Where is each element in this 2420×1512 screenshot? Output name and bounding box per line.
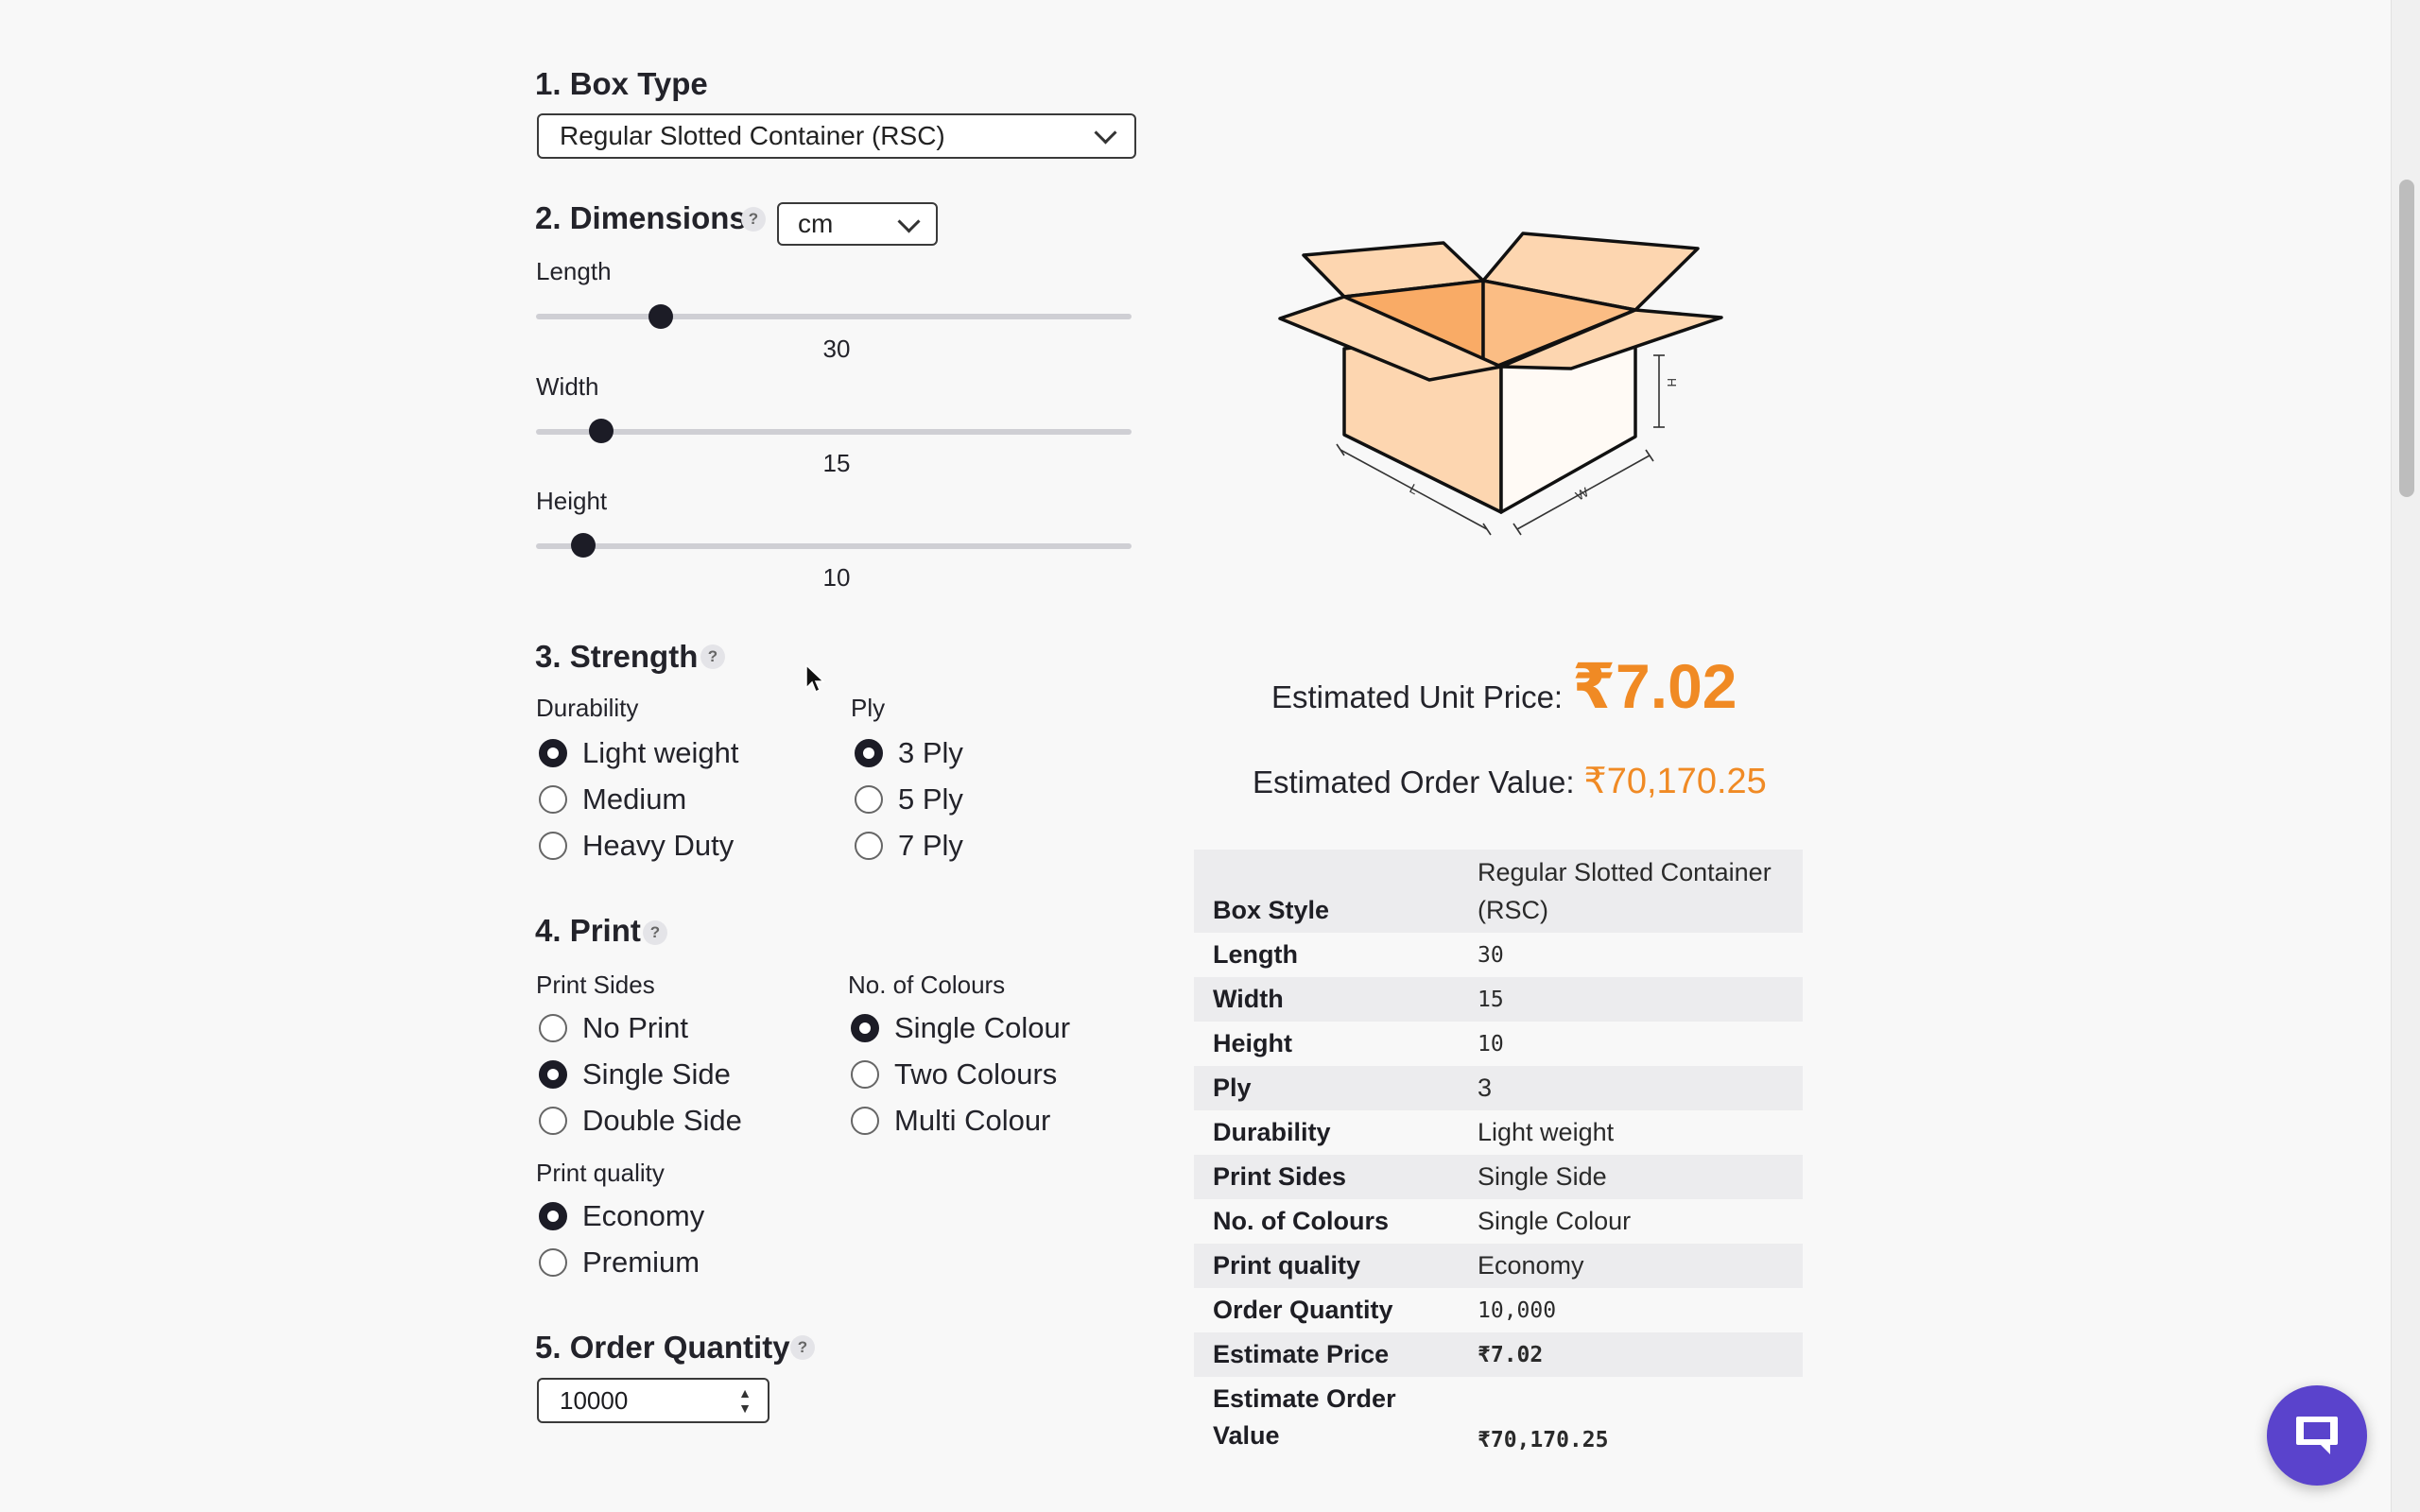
summary-table: Box Style Regular Slotted Container (RSC)… [1194, 850, 1803, 1458]
print-quality-option-premium[interactable]: Premium [539, 1240, 704, 1285]
radio-icon[interactable] [855, 785, 883, 814]
order-quantity-value: 10000 [560, 1385, 629, 1415]
width-value: 15 [822, 449, 851, 477]
table-row: Print quality Economy [1194, 1244, 1803, 1288]
ply-option-5[interactable]: 5 Ply [855, 777, 963, 822]
dimension-h-label: H [1665, 378, 1679, 387]
ply-radio-group: 3 Ply 5 Ply 7 Ply [855, 730, 963, 868]
unit-price-row: Estimated Unit Price: ₹7.02 [1271, 650, 1737, 723]
print-sides-radio-group: No Print Single Side Double Side [539, 1005, 742, 1143]
order-value-row: Estimated Order Value: ₹70,170.25 [1253, 760, 1767, 802]
print-sides-option-none[interactable]: No Print [539, 1005, 742, 1051]
dimensions-title: 2. Dimensions [535, 200, 747, 235]
dimension-l-label: L [1408, 481, 1422, 498]
colours-radio-group: Single Colour Two Colours Multi Colour [851, 1005, 1070, 1143]
box-type-select[interactable]: Regular Slotted Container (RSC) [537, 113, 1136, 159]
width-slider-track[interactable] [536, 429, 1132, 435]
colours-option-single[interactable]: Single Colour [851, 1005, 1070, 1051]
height-label: Height [536, 487, 608, 515]
height-slider-thumb[interactable] [571, 533, 596, 558]
radio-icon[interactable] [539, 1202, 567, 1230]
table-row: Ply 3 [1194, 1066, 1803, 1110]
table-row: Length 30 [1194, 933, 1803, 977]
width-slider-thumb[interactable] [589, 419, 614, 443]
table-row: Order Quantity 10,000 [1194, 1288, 1803, 1332]
box-illustration: L W H [1278, 232, 1723, 536]
radio-icon[interactable] [539, 1014, 567, 1042]
table-row: Estimate Price ₹7.02 [1194, 1332, 1803, 1377]
durability-option-heavy[interactable]: Heavy Duty [539, 823, 738, 868]
length-label: Length [536, 257, 612, 285]
length-slider-track[interactable] [536, 314, 1132, 319]
print-quality-radio-group: Economy Premium [539, 1194, 704, 1285]
table-row: Durability Light weight [1194, 1110, 1803, 1155]
order-value-label: Estimated Order Value: [1253, 765, 1575, 799]
print-quality-option-economy[interactable]: Economy [539, 1194, 704, 1239]
height-slider-track[interactable] [536, 543, 1132, 549]
radio-icon[interactable] [539, 1060, 567, 1089]
table-row: Estimate Order Value ₹70,170.25 [1194, 1377, 1803, 1458]
table-row: Box Style Regular Slotted Container (RSC) [1194, 850, 1803, 933]
dimension-w-label: W [1573, 484, 1592, 504]
order-quantity-input[interactable]: 10000 ▲ ▼ [537, 1378, 769, 1423]
length-value: 30 [822, 335, 851, 363]
print-sides-option-single[interactable]: Single Side [539, 1052, 742, 1097]
chevron-down-icon [1094, 121, 1117, 145]
mouse-cursor-icon [805, 664, 825, 694]
durability-option-medium[interactable]: Medium [539, 777, 738, 822]
colours-option-multi[interactable]: Multi Colour [851, 1098, 1070, 1143]
strength-help-icon[interactable]: ? [700, 644, 725, 669]
chat-bubble-icon [2296, 1417, 2338, 1454]
height-value: 10 [822, 563, 851, 592]
stepper-up-icon[interactable]: ▲ [738, 1385, 752, 1400]
radio-icon[interactable] [539, 1248, 567, 1277]
unit-price-value: ₹7.02 [1572, 651, 1737, 721]
scrollbar-thumb[interactable] [2399, 180, 2414, 497]
durability-option-light[interactable]: Light weight [539, 730, 738, 776]
print-title: 4. Print [535, 913, 641, 948]
print-quality-label: Print quality [536, 1159, 665, 1187]
unit-selected: cm [798, 209, 834, 238]
strength-title: 3. Strength [535, 639, 699, 674]
radio-icon[interactable] [855, 739, 883, 767]
table-row: Print Sides Single Side [1194, 1155, 1803, 1199]
radio-icon[interactable] [855, 832, 883, 860]
table-row: No. of Colours Single Colour [1194, 1199, 1803, 1244]
ply-option-7[interactable]: 7 Ply [855, 823, 963, 868]
print-sides-option-double[interactable]: Double Side [539, 1098, 742, 1143]
radio-icon[interactable] [851, 1014, 879, 1042]
order-quantity-help-icon[interactable]: ? [790, 1335, 815, 1360]
box-type-selected: Regular Slotted Container (RSC) [560, 121, 945, 150]
box-type-title: 1. Box Type [535, 66, 708, 101]
order-value-value: ₹70,170.25 [1583, 762, 1767, 801]
radio-icon[interactable] [539, 832, 567, 860]
stepper-down-icon[interactable]: ▼ [738, 1400, 752, 1416]
radio-icon[interactable] [539, 739, 567, 767]
quantity-stepper[interactable]: ▲ ▼ [735, 1385, 754, 1416]
unit-price-label: Estimated Unit Price: [1271, 679, 1564, 714]
chevron-down-icon [897, 210, 921, 233]
length-slider-thumb[interactable] [648, 304, 674, 329]
radio-icon[interactable] [851, 1107, 879, 1135]
scrollbar[interactable] [2391, 0, 2420, 1512]
order-quantity-title: 5. Order Quantity [535, 1330, 790, 1365]
durability-radio-group: Light weight Medium Heavy Duty [539, 730, 738, 868]
radio-icon[interactable] [851, 1060, 879, 1089]
colours-label: No. of Colours [848, 971, 1006, 999]
ply-option-3[interactable]: 3 Ply [855, 730, 963, 776]
radio-icon[interactable] [539, 1107, 567, 1135]
table-row: Height 10 [1194, 1022, 1803, 1066]
radio-icon[interactable] [539, 785, 567, 814]
table-row: Width 15 [1194, 977, 1803, 1022]
width-label: Width [536, 372, 599, 401]
print-sides-label: Print Sides [536, 971, 655, 999]
colours-option-two[interactable]: Two Colours [851, 1052, 1070, 1097]
unit-select[interactable]: cm [777, 202, 938, 246]
ply-label: Ply [851, 694, 886, 722]
durability-label: Durability [536, 694, 639, 722]
print-help-icon[interactable]: ? [643, 920, 667, 945]
chat-button[interactable] [2267, 1385, 2367, 1486]
dimensions-help-icon[interactable]: ? [741, 207, 766, 232]
